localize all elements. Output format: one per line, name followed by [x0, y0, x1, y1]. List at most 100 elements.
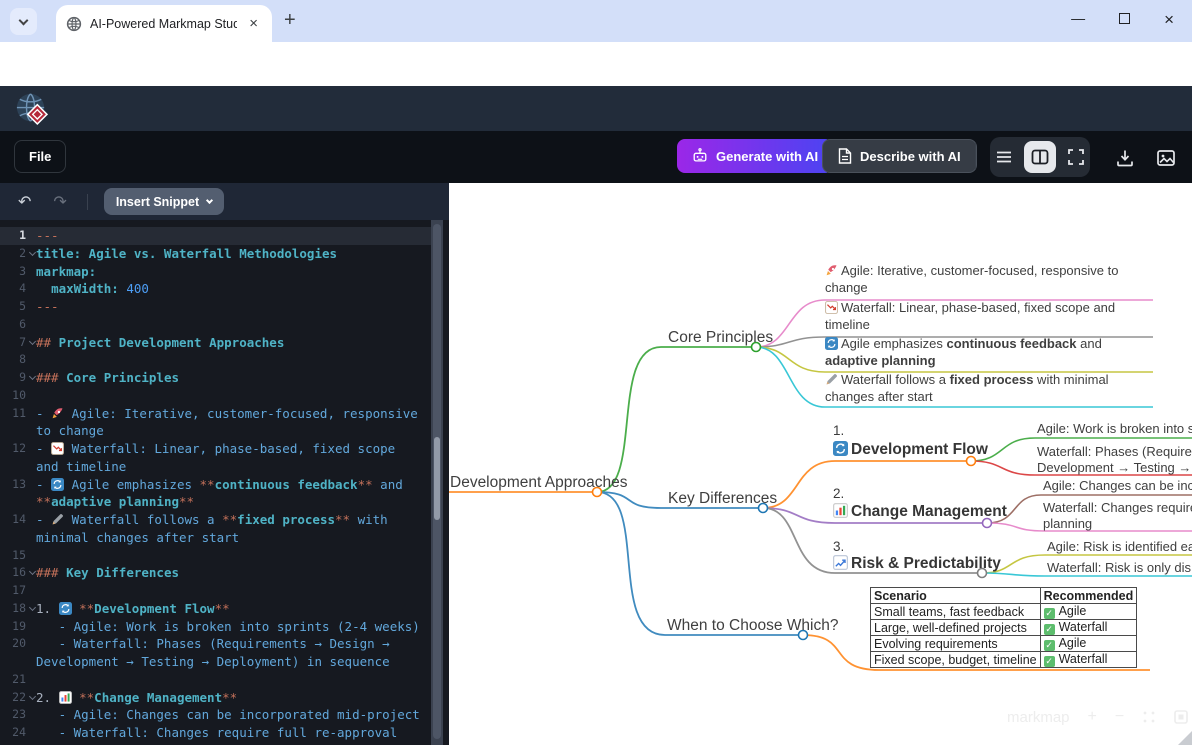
resize-grip[interactable]	[1178, 731, 1192, 745]
map-leaf-agile-iterative[interactable]: Agile: Iterative, customer-focused, resp…	[825, 263, 1157, 296]
map-leaf-waterfall-changes-1[interactable]: Waterfall: Changes require full re-appro…	[1043, 500, 1192, 515]
code-line[interactable]: 24 - Waterfall: Changes require full re-…	[0, 724, 432, 745]
map-node-development-flow[interactable]: Development Flow	[833, 441, 988, 459]
line-number: 16	[0, 564, 26, 582]
code-editor[interactable]: 1---2title: Agile vs. Waterfall Methodol…	[0, 220, 432, 745]
scenario-table[interactable]: Scenario Recommended Small teams, fast f…	[870, 587, 1137, 668]
editor-scrollbar-inner-thumb[interactable]	[434, 437, 440, 520]
table-row: Evolving requirements ✓Agile	[871, 636, 1137, 652]
rocket-icon	[825, 264, 838, 277]
code-line[interactable]: 10	[0, 387, 432, 405]
fold-chevron-icon[interactable]	[29, 568, 36, 575]
pencil-icon	[51, 513, 64, 526]
code-line[interactable]: 4 maxWidth: 400	[0, 280, 432, 298]
map-node-core-principles[interactable]: Core Principles	[668, 329, 773, 347]
zoom-out-icon[interactable]: −	[1115, 708, 1124, 726]
line-number: 8	[0, 351, 26, 369]
check-icon: ✓	[1044, 624, 1055, 635]
code-line[interactable]: 19 - Agile: Work is broken into sprints …	[0, 618, 432, 636]
editor-toolbar-separator	[87, 194, 88, 210]
map-leaf-waterfall-risk[interactable]: Waterfall: Risk is only dis	[1047, 560, 1191, 575]
map-leaf-agile-risk[interactable]: Agile: Risk is identified ea	[1047, 539, 1192, 554]
code-line[interactable]: 20 - Waterfall: Phases (Requirements → D…	[0, 635, 432, 671]
map-leaf-agile-changes[interactable]: Agile: Changes can be incorporated mid-p…	[1043, 478, 1192, 493]
fit-view-icon[interactable]	[1142, 710, 1156, 724]
code-line[interactable]: 17	[0, 582, 432, 600]
code-line[interactable]: 1---	[0, 227, 432, 245]
file-menu-button[interactable]: File	[14, 140, 66, 173]
code-line[interactable]: 13- Agile emphasizes **continuous feedba…	[0, 476, 432, 512]
tab-search-button[interactable]	[10, 8, 37, 35]
code-line[interactable]: 12- Waterfall: Linear, phase-based, fixe…	[0, 440, 432, 476]
map-root-node[interactable]: Development Approaches	[450, 474, 628, 492]
line-number: 24	[0, 724, 26, 745]
map-leaf-agile-sprints[interactable]: Agile: Work is broken into sprints (2-4 …	[1037, 421, 1192, 436]
code-line[interactable]: 222. **Change Management**	[0, 689, 432, 707]
map-node-when-to-choose[interactable]: When to Choose Which?	[667, 617, 838, 635]
zoom-in-icon[interactable]: +	[1088, 708, 1097, 726]
code-line[interactable]: 14- Waterfall follows a **fixed process*…	[0, 511, 432, 547]
map-leaf-waterfall-phases-1[interactable]: Waterfall: Phases (Requirements → Design…	[1037, 444, 1192, 459]
split-view-icon[interactable]	[1024, 141, 1056, 173]
tab-title: AI-Powered Markmap Studio	[90, 17, 237, 31]
download-icon[interactable]	[1115, 148, 1135, 168]
table-row: Fixed scope, budget, timeline ✓Waterfall	[871, 652, 1137, 668]
fold-chevron-icon[interactable]	[29, 337, 36, 344]
map-node-change-management[interactable]: Change Management	[833, 503, 1007, 521]
code-line[interactable]: 7## Project Development Approaches	[0, 334, 432, 352]
code-line[interactable]: 2title: Agile vs. Waterfall Methodologie…	[0, 245, 432, 263]
map-node-key-differences[interactable]: Key Differences	[668, 490, 777, 508]
browser-tab-strip: AI-Powered Markmap Studio × + — ×	[0, 0, 1192, 42]
map-leaf-waterfall-linear[interactable]: Waterfall: Linear, phase-based, fixed sc…	[825, 300, 1157, 333]
code-line[interactable]: 3markmap:	[0, 263, 432, 281]
export-image-icon[interactable]	[1156, 148, 1176, 168]
generate-with-ai-button[interactable]: Generate with AI	[677, 139, 833, 173]
code-line[interactable]: 16### Key Differences	[0, 564, 432, 582]
editor-view-icon[interactable]	[995, 148, 1013, 166]
fullscreen-icon[interactable]	[1067, 148, 1085, 166]
map-leaf-waterfall-fixed[interactable]: Waterfall follows a fixed process with m…	[825, 372, 1157, 405]
table-header-recommended: Recommended	[1040, 588, 1137, 604]
code-line[interactable]: 15	[0, 547, 432, 565]
line-number: 2	[0, 245, 26, 263]
redo-icon[interactable]: ↷	[53, 192, 66, 211]
map-leaf-waterfall-changes-2[interactable]: planning	[1043, 516, 1092, 531]
window-minimize-icon[interactable]: —	[1071, 10, 1085, 30]
describe-with-ai-button[interactable]: Describe with AI	[822, 139, 977, 173]
code-line[interactable]: 6	[0, 316, 432, 334]
recurse-icon[interactable]	[1174, 710, 1188, 724]
tab-close-icon[interactable]: ×	[245, 14, 262, 33]
fold-chevron-icon[interactable]	[29, 604, 36, 611]
line-number: 23	[0, 706, 26, 724]
code-line[interactable]: 5---	[0, 298, 432, 316]
line-number: 15	[0, 547, 26, 565]
undo-icon[interactable]: ↶	[18, 192, 31, 211]
browser-address-bar: ai-toolbox.visual-paradigm.com/app/ai-po…	[0, 42, 1192, 86]
window-close-icon[interactable]: ×	[1164, 10, 1174, 30]
map-item-number: 1.	[833, 423, 844, 438]
line-number: 7	[0, 334, 26, 352]
markmap-brand[interactable]: markmap	[1007, 709, 1070, 726]
app-header: AI-Powered Markmap Studio Powered by Vis…	[0, 86, 1192, 131]
browser-tab[interactable]: AI-Powered Markmap Studio ×	[56, 5, 272, 42]
line-number: 11	[0, 405, 26, 441]
code-line[interactable]: 21	[0, 671, 432, 689]
code-line[interactable]: 11- Agile: Iterative, customer-focused, …	[0, 405, 432, 441]
code-line[interactable]: 8	[0, 351, 432, 369]
fold-chevron-icon[interactable]	[29, 692, 36, 699]
line-number: 17	[0, 582, 26, 600]
new-tab-button[interactable]: +	[284, 9, 296, 32]
code-line[interactable]: 9### Core Principles	[0, 369, 432, 387]
code-line[interactable]: 23 - Agile: Changes can be incorporated …	[0, 706, 432, 724]
fold-chevron-icon[interactable]	[29, 373, 36, 380]
line-number: 18	[0, 600, 26, 618]
line-number: 6	[0, 316, 26, 334]
map-node-risk-predictability[interactable]: Risk & Predictability	[833, 555, 1001, 573]
fold-chevron-icon[interactable]	[29, 249, 36, 256]
markmap-canvas[interactable]: Development Approaches Core Principles K…	[449, 183, 1192, 745]
map-leaf-waterfall-phases-2[interactable]: Development → Testing → Deployment) in s…	[1037, 460, 1192, 475]
code-line[interactable]: 181. **Development Flow**	[0, 600, 432, 618]
map-leaf-agile-feedback[interactable]: Agile emphasizes continuous feedback and…	[825, 336, 1157, 369]
window-maximize-icon[interactable]	[1119, 13, 1130, 24]
insert-snippet-button[interactable]: Insert Snippet	[104, 188, 224, 215]
